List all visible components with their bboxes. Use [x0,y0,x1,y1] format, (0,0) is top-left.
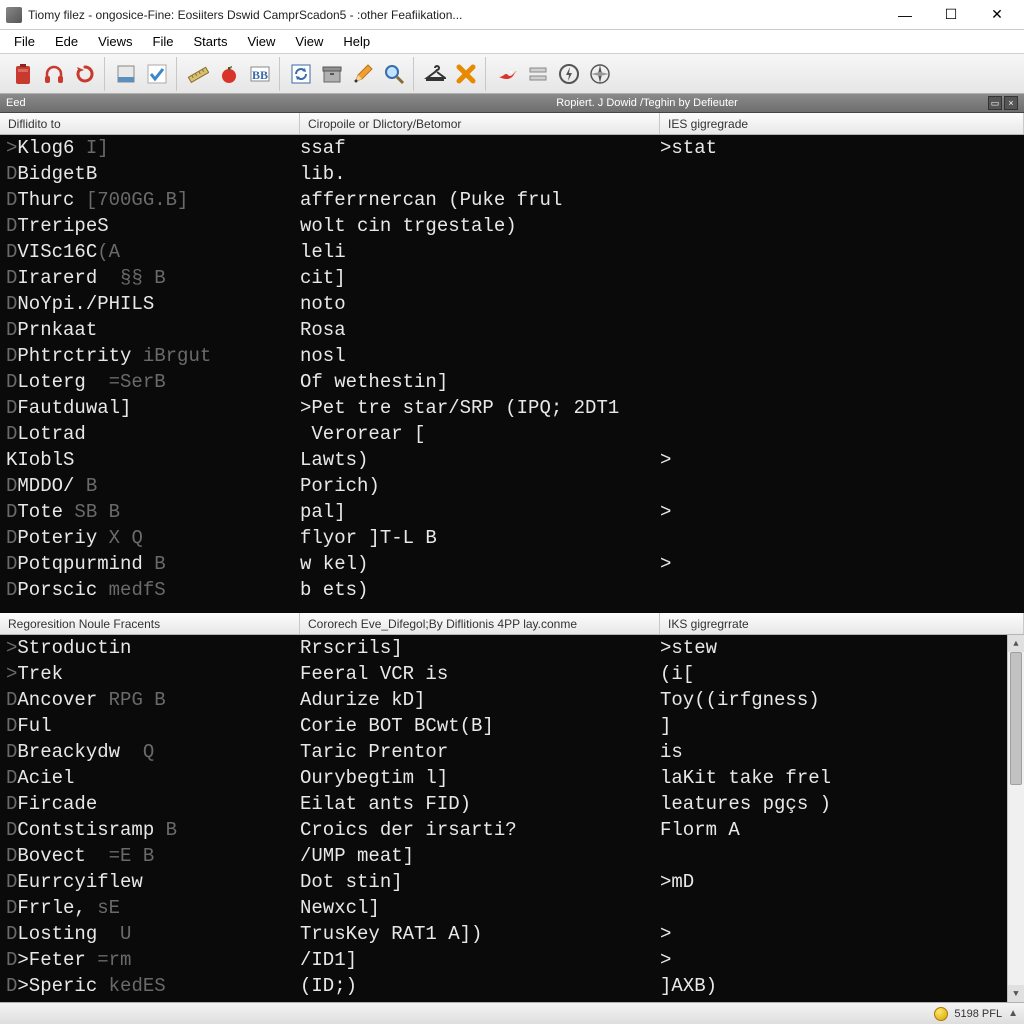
menu-view[interactable]: View [237,31,285,52]
table-row[interactable]: DLosting UTrusKey RAT1 A])> [0,921,1024,947]
table-row[interactable]: DLotrad Verorear [ [0,421,1024,447]
x-icon[interactable] [451,59,481,89]
menu-file[interactable]: File [4,31,45,52]
table-row[interactable]: DIrarerd §§ Bcit] [0,265,1024,291]
bottom-columns-header: Regoresition Noule Fracents Cororech Eve… [0,613,1024,635]
ruler-icon[interactable] [183,59,213,89]
titlebar: Tiomy filez - ongosice-Fine: Eosiiters D… [0,0,1024,30]
menu-help[interactable]: Help [333,31,380,52]
top-columns-header: Diflidito to Ciropoile or Dlictory/Betom… [0,113,1024,135]
minimize-button[interactable]: — [882,0,928,30]
table-row[interactable]: D>Speric kedES(ID;)]AXB) [0,973,1024,999]
bot-col1-header[interactable]: Regoresition Noule Fracents [0,613,300,634]
table-row[interactable]: DPhtrctrity iBrgutnosl [0,343,1024,369]
bottom-terminal[interactable]: >StroductinRrscrils]>stew>TrekFeeral VCR… [0,635,1024,1002]
status-triangle-icon: ▲ [1008,1008,1018,1019]
menu-view2[interactable]: View [285,31,333,52]
bird-icon[interactable] [492,59,522,89]
scroll-up-icon[interactable]: ▲ [1008,635,1024,652]
table-row[interactable]: DAcielOurybegtim l]laKit take frel [0,765,1024,791]
table-row[interactable]: DMDDO/ BPorich) [0,473,1024,499]
bot-col3-header[interactable]: IKS gigregrrate [660,613,1024,634]
window-title: Tiomy filez - ongosice-Fine: Eosiiters D… [28,8,882,22]
toolbar: BB [0,54,1024,94]
panel-close-icon[interactable]: × [1004,96,1018,110]
table-row[interactable]: DFircadeEilat ants FID)leatures pgçs ) [0,791,1024,817]
top-terminal[interactable]: >Klog6 I]ssaf>statDBidgetBlib.DThurc [70… [0,135,1024,613]
table-row[interactable]: D>Feter =rm/ID1]> [0,947,1024,973]
top-col2-header[interactable]: Ciropoile or Dlictory/Betomor [300,113,660,134]
table-row[interactable]: DAncover RPG BAdurize kD]Toy((irfgness) [0,687,1024,713]
table-row[interactable]: DBreackydw QTaric Prentoris [0,739,1024,765]
status-text: 5198 PFL [954,1008,1002,1020]
table-row[interactable]: DBovect =E B/UMP meat] [0,843,1024,869]
bot-col2-header[interactable]: Cororech Eve_Difegol;By Diflitionis 4PP … [300,613,660,634]
top-col1-header[interactable]: Diflidito to [0,113,300,134]
close-button[interactable]: ✕ [974,0,1020,30]
table-row[interactable]: DBidgetBlib. [0,161,1024,187]
bb-icon[interactable]: BB [245,59,275,89]
table-row[interactable]: DTreripeSwolt cin trgestale) [0,213,1024,239]
bottom-scrollbar[interactable]: ▲ ▼ [1007,635,1024,1002]
check-icon[interactable] [142,59,172,89]
panel-pin-icon[interactable]: ▭ [988,96,1002,110]
scroll-down-icon[interactable]: ▼ [1008,985,1024,1002]
layers-icon[interactable] [111,59,141,89]
menu-starts[interactable]: Starts [184,31,238,52]
menu-ede[interactable]: Ede [45,31,88,52]
headphones-icon[interactable] [39,59,69,89]
table-row[interactable]: DEurrcyiflewDot stin]>mD [0,869,1024,895]
battery-icon[interactable] [8,59,38,89]
table-row[interactable]: D>0.1D A GCLI]DEI [0,999,1024,1002]
bars-icon[interactable] [523,59,553,89]
table-row[interactable]: >Klog6 I]ssaf>stat [0,135,1024,161]
svg-text:BB: BB [252,68,268,82]
table-row[interactable]: DPorscic medfSb ets) [0,577,1024,603]
top-col3-header[interactable]: IES gigregrade [660,113,1024,134]
menu-views[interactable]: Views [88,31,142,52]
sync-icon[interactable] [286,59,316,89]
table-row[interactable]: DPoteriy X Qflyor ]T-L B [0,525,1024,551]
table-row[interactable]: DThurc [700GG.B]afferrnercan (Puke frul [0,187,1024,213]
table-row[interactable]: DVISc16C(Aleli [0,239,1024,265]
statusbar: 5198 PFL ▲ [0,1002,1024,1024]
table-row[interactable]: DPrnkaatRosa [0,317,1024,343]
bolt-circle-icon[interactable] [554,59,584,89]
maximize-button[interactable]: ☐ [928,0,974,30]
table-row[interactable]: >TrekFeeral VCR is(i[ [0,661,1024,687]
table-row[interactable]: >StroductinRrscrils]>stew [0,635,1024,661]
hanger-icon[interactable] [420,59,450,89]
coin-icon [934,1007,948,1021]
pencil-icon[interactable] [348,59,378,89]
compass-icon[interactable] [585,59,615,89]
magnifier-icon[interactable] [379,59,409,89]
menu-file2[interactable]: File [143,31,184,52]
table-row[interactable]: DContstisramp BCroics der irsarti?Florm … [0,817,1024,843]
table-row[interactable]: DNoYpi./PHILSnoto [0,291,1024,317]
history-titlebar: Eed Ropiert. J Dowid /Teghin by Defieute… [0,94,1024,113]
table-row[interactable]: DTote SB Bpal]> [0,499,1024,525]
scroll-thumb[interactable] [1010,652,1022,785]
table-row[interactable]: DLoterg =SerBOf wethestin] [0,369,1024,395]
table-row[interactable]: KIoblSLawts)> [0,447,1024,473]
apple-icon[interactable] [214,59,244,89]
table-row[interactable]: DFautduwal]>Pet tre star/SRP (IPQ; 2DT1 [0,395,1024,421]
app-icon [6,7,22,23]
refresh-icon[interactable] [70,59,100,89]
table-row[interactable]: DFulCorie BOT BCwt(B]] [0,713,1024,739]
archive-icon[interactable] [317,59,347,89]
window-controls: — ☐ ✕ [882,0,1020,30]
history-title-center: Ropiert. J Dowid /Teghin by Defieuter [306,97,988,109]
history-title-left: Eed [6,97,306,109]
menubar: File Ede Views File Starts View View Hel… [0,30,1024,54]
table-row[interactable]: DPotqpurmind Bw kel)> [0,551,1024,577]
table-row[interactable]: DFrrle, sENewxcl] [0,895,1024,921]
